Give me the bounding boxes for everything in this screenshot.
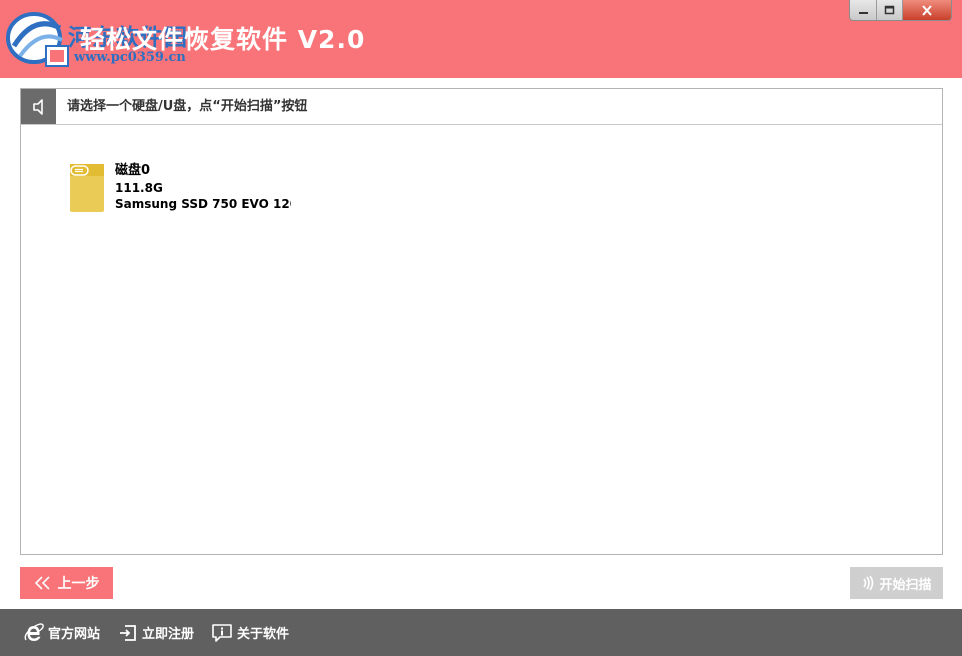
speaker-icon (32, 98, 43, 115)
back-button[interactable]: 上一步 (20, 567, 113, 599)
register-label: 立即注册 (142, 627, 195, 642)
disk-model: Samsung SSD 750 EVO 120 (115, 197, 291, 211)
disk-selection-panel: 请选择一个硬盘/U盘，点“开始扫描”按钮 磁盘0 111.8G Samsung … (20, 88, 943, 555)
register-link[interactable]: 立即注册 (118, 609, 194, 656)
ie-icon (24, 622, 44, 641)
minimize-button[interactable] (850, 0, 877, 20)
about-label: 关于软件 (237, 627, 290, 642)
register-icon (120, 624, 136, 641)
app-title: 轻松文件恢复软件 V2.0 (80, 25, 366, 54)
panel-header: 请选择一个硬盘/U盘，点“开始扫描”按钮 (21, 89, 942, 125)
about-icon (212, 623, 232, 642)
maximize-button[interactable] (877, 0, 903, 20)
minimize-icon (858, 11, 868, 14)
disk-icon (70, 164, 104, 212)
disk-item[interactable]: 磁盘0 111.8G Samsung SSD 750 EVO 120 (69, 161, 309, 217)
footer-bar: 官方网站 立即注册 关于软件 (0, 609, 962, 656)
about-link[interactable]: 关于软件 (211, 609, 289, 656)
close-icon (922, 4, 932, 16)
official-website-link[interactable]: 官方网站 (24, 609, 100, 656)
close-button[interactable] (903, 0, 951, 20)
instruction-text: 请选择一个硬盘/U盘，点“开始扫描”按钮 (67, 99, 308, 114)
official-website-label: 官方网站 (48, 627, 101, 642)
disk-name: 磁盘0 (115, 163, 151, 178)
window-controls (849, 0, 952, 21)
speaker-icon-box (21, 89, 56, 124)
double-chevron-left-icon (34, 576, 50, 590)
start-scan-label: 开始扫描 (879, 577, 932, 593)
back-button-label: 上一步 (57, 576, 100, 592)
scan-wave-icon (863, 575, 874, 591)
maximize-icon (884, 5, 895, 14)
watermark-logo-icon (6, 12, 69, 67)
disk-size: 111.8G (115, 181, 163, 195)
start-scan-button[interactable]: 开始扫描 (850, 567, 943, 599)
title-bar: 河东软件园 www.pc0359.cn 轻松文件恢复软件 V2.0 (0, 0, 962, 78)
